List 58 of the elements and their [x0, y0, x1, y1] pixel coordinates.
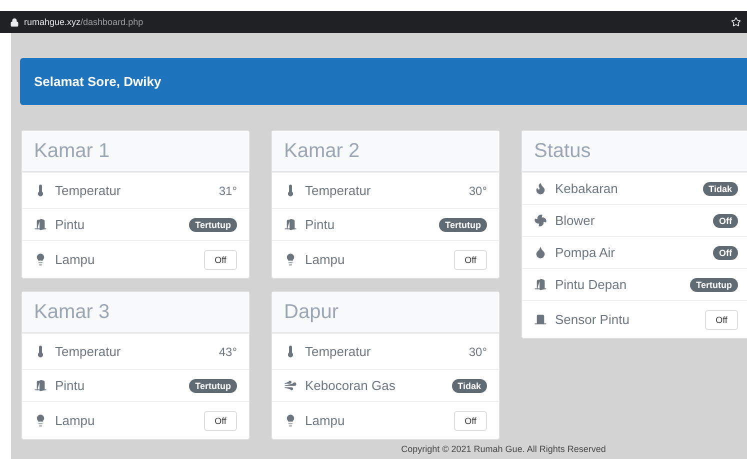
lock-icon: [10, 18, 19, 26]
status-badge: Tertutup: [189, 218, 237, 232]
door-icon: [34, 379, 47, 392]
row-label: Temperatur: [305, 183, 372, 198]
row-label: Temperatur: [55, 344, 122, 359]
temperature-value: 30°: [468, 344, 487, 358]
greeting-text: Selamat Sore, Dwiky: [34, 74, 162, 89]
card-title: Kamar 1: [34, 140, 110, 162]
status-badge: Tertutup: [439, 218, 487, 232]
card-title: Status: [534, 140, 591, 162]
row-label: Pompa Air: [555, 245, 616, 260]
droplet-icon: [534, 246, 547, 259]
door-icon: [534, 278, 547, 291]
lightbulb-icon: [34, 253, 47, 266]
door-icon: [34, 218, 47, 231]
temperature-value: 30°: [468, 184, 487, 198]
row-label: Sensor Pintu: [555, 312, 630, 327]
toggle-button[interactable]: Off: [705, 310, 738, 330]
row-label: Temperatur: [55, 183, 122, 198]
status-badge: Tidak: [702, 182, 738, 196]
status-badge: Off: [713, 214, 738, 228]
toggle-button[interactable]: Off: [204, 250, 237, 270]
bookmark-star-icon[interactable]: [731, 17, 741, 27]
card-title: Kamar 3: [34, 300, 110, 324]
lightbulb-icon: [284, 414, 297, 427]
status-badge: Tertutup: [189, 378, 237, 392]
row-label: Lampu: [305, 252, 346, 267]
flame-icon: [534, 182, 547, 195]
row-label: Pintu: [55, 217, 86, 232]
card-title: Dapur: [284, 300, 338, 324]
row-label: Lampu: [55, 413, 96, 428]
lightbulb-icon: [34, 414, 47, 427]
status-badge: Off: [713, 246, 738, 260]
toggle-button[interactable]: Off: [454, 410, 487, 430]
lightbulb-icon: [284, 253, 297, 266]
url-domain: rumahgue.xyz: [24, 17, 81, 27]
toggle-button[interactable]: Off: [204, 410, 237, 430]
status-badge: Tertutup: [690, 278, 738, 292]
row-label: Pintu: [55, 378, 86, 393]
row-label: Lampu: [305, 413, 346, 428]
row-label: Kebocoran Gas: [305, 378, 396, 393]
url-path: /dashboard.php: [80, 17, 144, 27]
status-badge: Tidak: [452, 378, 487, 392]
temperature-value: 43°: [218, 344, 237, 358]
row-label: Temperatur: [305, 344, 372, 359]
fan-icon: [534, 214, 547, 227]
row-label: Pintu: [305, 217, 336, 232]
card-title: Kamar 2: [284, 140, 360, 162]
row-label: Lampu: [55, 252, 96, 267]
wind-icon: [284, 379, 297, 392]
row-label: Blower: [555, 213, 596, 228]
door-icon: [284, 218, 297, 231]
door-icon: [534, 313, 547, 326]
row-label: Pintu Depan: [555, 277, 628, 292]
copyright-text: Copyright © 2021 Rumah Gue. All Rights Reserved: [401, 444, 606, 454]
temperature-value: 31°: [218, 184, 237, 198]
toggle-button[interactable]: Off: [454, 250, 487, 270]
row-label: Kebakaran: [555, 181, 619, 196]
